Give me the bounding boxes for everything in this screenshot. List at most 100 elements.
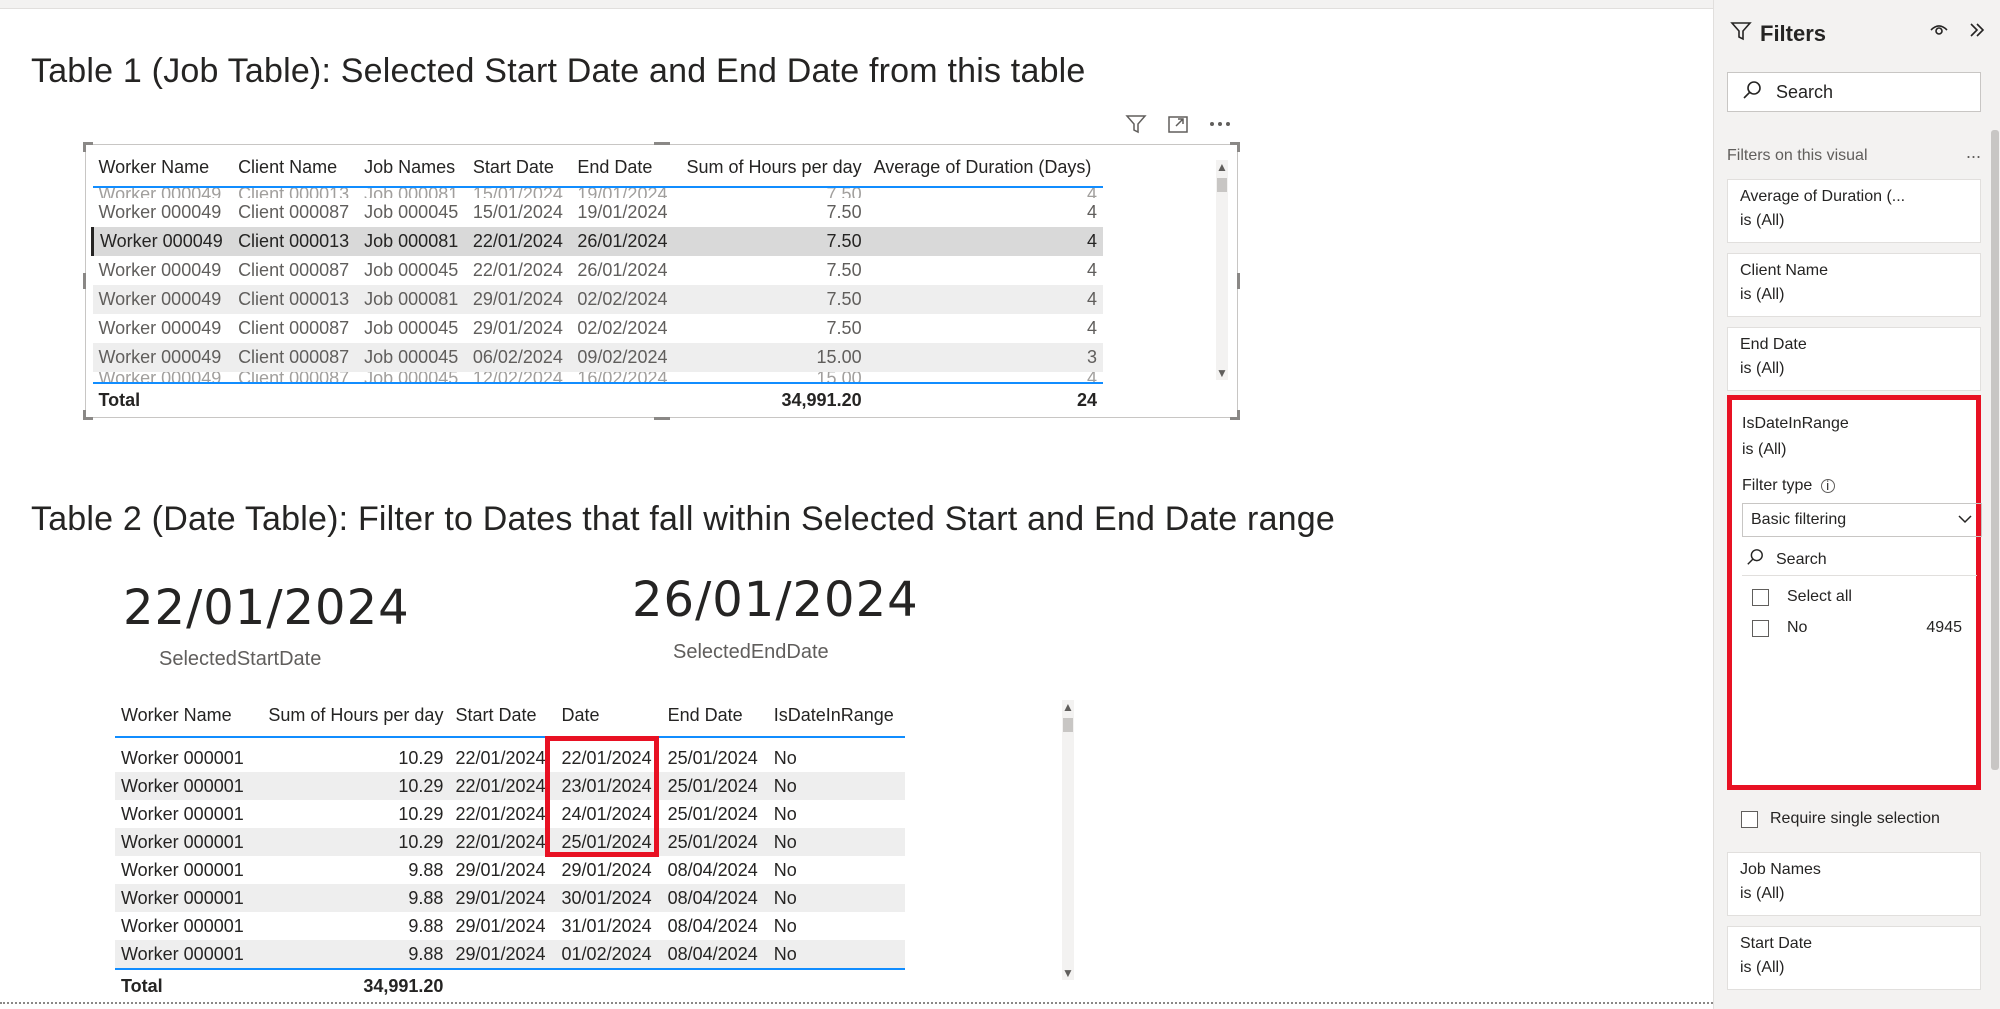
vertical-scrollbar[interactable]: ▲ ▼ [1062, 700, 1074, 980]
cell: 29/01/2024 [455, 859, 546, 880]
filter-card-client-name[interactable]: Client Name is (All) [1727, 253, 1981, 317]
cell: Worker 000049 [98, 318, 222, 338]
table-row[interactable]: Worker 000001 9.88 29/01/2024 30/01/2024… [115, 884, 905, 912]
pane-scrollbar[interactable] [1991, 130, 1999, 770]
search-placeholder: Search [1776, 81, 1834, 102]
filter-card-title: End Date [1740, 336, 1807, 353]
end-date-card-label: SelectedEndDate [673, 641, 829, 663]
vertical-scrollbar[interactable]: ▲ ▼ [1216, 160, 1228, 380]
resize-handle[interactable] [1237, 273, 1240, 289]
column-header[interactable]: Date [556, 697, 662, 737]
column-header[interactable]: Job Names [358, 147, 467, 187]
column-header[interactable]: Worker Name [93, 147, 233, 187]
checkbox[interactable] [1752, 619, 1769, 637]
table-row[interactable]: Worker 000001 10.29 22/01/2024 23/01/202… [115, 772, 905, 800]
table-row[interactable]: Worker 000049 Client 000087 Job 000045 2… [93, 314, 1104, 343]
cell: 12/02/2024 [472, 372, 563, 383]
scroll-thumb[interactable] [1217, 178, 1227, 192]
table-row[interactable]: Worker 000049 Client 000013 Job 000081 1… [93, 187, 1104, 198]
resize-handle[interactable] [654, 417, 670, 420]
scroll-down-icon[interactable]: ▼ [1216, 366, 1228, 380]
column-header[interactable]: IsDateInRange [768, 697, 905, 737]
filter-card-average-duration[interactable]: Average of Duration (... is (All) [1727, 179, 1981, 243]
checkbox[interactable] [1752, 588, 1769, 606]
resize-handle[interactable] [83, 273, 86, 289]
filter-card-start-date[interactable]: Start Date is (All) [1727, 926, 1981, 990]
filters-title: Filters [1730, 20, 1826, 48]
table-row[interactable]: Worker 000001 10.29 22/01/2024 22/01/202… [115, 744, 905, 772]
filters-search-input[interactable]: Search [1727, 72, 1981, 112]
cell: Job 000081 [364, 187, 459, 198]
table-row[interactable]: Worker 000049 Client 000087 Job 000045 1… [93, 372, 1104, 383]
cell: 29/01/2024 [449, 940, 556, 969]
column-header[interactable]: End Date [571, 147, 676, 187]
resize-handle[interactable] [83, 142, 86, 152]
cell: No [767, 828, 905, 856]
cell: 7.50 [675, 227, 868, 256]
cell: 01/02/2024 [555, 940, 662, 969]
divider [1742, 575, 1977, 576]
resize-handle[interactable] [1237, 142, 1240, 152]
option-no[interactable]: No [1752, 619, 1807, 637]
table-row[interactable]: Worker 000049 Client 000087 Job 000045 1… [93, 198, 1104, 227]
filter-icon[interactable] [1124, 113, 1148, 141]
job-table-visual[interactable]: Worker Name Client Name Job Names Start … [83, 142, 1240, 420]
filter-values-search[interactable]: Search [1746, 548, 1827, 571]
require-single-selection[interactable]: Require single selection [1741, 810, 1940, 828]
cell: 29/01/2024 [472, 318, 563, 338]
filter-card-title: Client Name [1740, 262, 1829, 279]
cell: No [767, 884, 905, 912]
scroll-up-icon[interactable]: ▲ [1062, 700, 1074, 714]
cell: Worker 000001 [115, 828, 256, 856]
column-header[interactable]: Start Date [467, 147, 572, 187]
resize-handle[interactable] [654, 142, 670, 145]
scroll-thumb[interactable] [1063, 718, 1073, 732]
filter-card-title: Average of Duration (... [1740, 188, 1906, 205]
eye-icon[interactable] [1929, 20, 1949, 46]
option-select-all[interactable]: Select all [1752, 588, 1852, 606]
cell: Worker 000001 [115, 772, 256, 800]
scroll-up-icon[interactable]: ▲ [1216, 160, 1228, 174]
filter-card-end-date[interactable]: End Date is (All) [1727, 327, 1981, 391]
table-row[interactable]: Worker 000001 10.29 22/01/2024 25/01/202… [115, 828, 905, 856]
cell: Worker 000049 [98, 202, 222, 222]
cell: 19/01/2024 [577, 187, 668, 198]
info-icon[interactable]: i [1820, 479, 1835, 493]
table-row[interactable]: Worker 000001 9.88 29/01/2024 01/02/2024… [115, 940, 905, 969]
cell: Worker 000049 [98, 187, 222, 198]
cell: No [773, 915, 797, 936]
table-row[interactable]: Worker 000049 Client 000087 Job 000045 0… [92, 343, 1103, 372]
filter-card-job-names[interactable]: Job Names is (All) [1727, 852, 1981, 916]
total-label: Total [115, 968, 256, 1001]
table-row-selected[interactable]: Worker 000049 Client 000013 Job 000081 2… [91, 227, 1103, 256]
table-row[interactable]: Worker 000049 Client 000013 Job 000081 2… [92, 285, 1103, 314]
cell: 22/01/2024 [466, 227, 572, 256]
cell: 26/01/2024 [571, 227, 676, 256]
filter-card-isdateinrange[interactable]: IsDateInRange is (All) Filter type i Bas… [1727, 395, 1982, 790]
column-header[interactable]: Client Name [232, 147, 358, 187]
table-row[interactable]: Worker 000001 9.88 29/01/2024 31/01/2024… [115, 912, 905, 940]
search-icon [1742, 80, 1762, 105]
more-options-icon[interactable]: ... [1966, 142, 1981, 163]
checkbox[interactable] [1741, 810, 1758, 828]
table-row[interactable]: Worker 000049 Client 000087 Job 000045 2… [93, 256, 1104, 285]
column-header[interactable]: End Date [662, 697, 768, 737]
column-header[interactable]: Worker Name [115, 697, 255, 737]
scroll-down-icon[interactable]: ▼ [1062, 966, 1074, 980]
resize-handle[interactable] [1237, 410, 1240, 420]
cell: Client 000087 [238, 260, 350, 280]
more-options-icon[interactable] [1208, 113, 1232, 141]
column-header[interactable]: Average of Duration (Days) [868, 147, 1103, 187]
table-row[interactable]: Worker 000001 10.29 22/01/2024 24/01/202… [115, 800, 905, 828]
total-duration: 24 [867, 382, 1103, 415]
cell: Job 000081 [358, 227, 467, 256]
cell: 9.88 [408, 915, 444, 936]
filter-type-dropdown[interactable]: Basic filtering [1742, 503, 1982, 537]
table-row[interactable]: Worker 000001 9.88 29/01/2024 29/01/2024… [115, 856, 905, 884]
collapse-pane-icon[interactable] [1967, 20, 1987, 46]
column-header[interactable]: Sum of Hours per day [255, 697, 449, 737]
column-header[interactable]: Sum of Hours per day [676, 147, 868, 187]
focus-mode-icon[interactable] [1166, 113, 1190, 141]
resize-handle[interactable] [83, 410, 86, 420]
column-header[interactable]: Start Date [449, 697, 555, 737]
